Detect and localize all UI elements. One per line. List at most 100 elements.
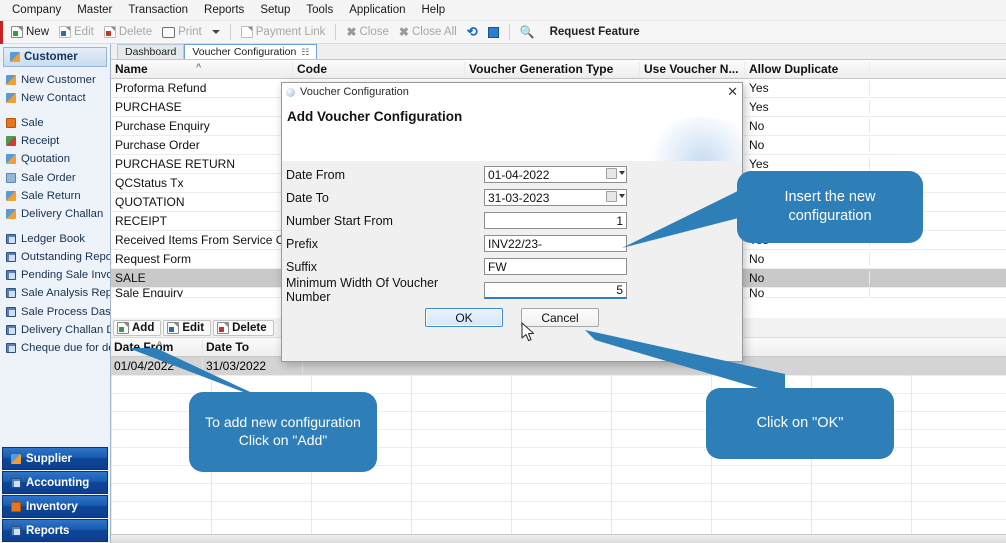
- cancel-button[interactable]: Cancel: [521, 308, 599, 327]
- sidebar-item-sale[interactable]: Sale: [6, 114, 110, 132]
- refresh-button[interactable]: ⟲: [462, 24, 483, 40]
- sidebar-module-label: Accounting: [26, 476, 90, 489]
- request-feature-button[interactable]: Request Feature: [540, 24, 645, 40]
- add-button[interactable]: Add: [113, 319, 162, 336]
- accounting-icon: [11, 477, 21, 488]
- minimum-width-control: [484, 281, 627, 299]
- menu-item-reports[interactable]: Reports: [196, 2, 252, 18]
- menu-item-company[interactable]: Company: [4, 2, 69, 18]
- delivery-challan-icon: [6, 209, 16, 220]
- cell-name: RECEIPT: [111, 214, 293, 228]
- sidebar-item-outstanding-report[interactable]: Outstanding Report: [6, 248, 110, 266]
- status-bar: [111, 534, 1006, 543]
- close-icon: ✖: [346, 25, 357, 39]
- sidebar-item-sale-analysis-report[interactable]: Sale Analysis Report: [6, 284, 110, 302]
- grid-view-button[interactable]: [483, 25, 504, 40]
- sidebar-item-ledger-book[interactable]: Ledger Book: [6, 229, 110, 247]
- column-header-code[interactable]: Code: [293, 62, 465, 76]
- menu-item-setup[interactable]: Setup: [252, 2, 298, 18]
- menu-item-application[interactable]: Application: [341, 2, 413, 18]
- print-button[interactable]: Print: [157, 24, 207, 40]
- sidebar-item-new-customer[interactable]: New Customer: [6, 71, 110, 89]
- cell-name: Received Items From Service C..: [111, 233, 293, 247]
- tab-close-icon[interactable]: ☷: [301, 47, 309, 58]
- sidebar-item-label: Cheque due for depos: [21, 342, 110, 355]
- sidebar-item-quotation[interactable]: Quotation: [6, 150, 110, 168]
- sidebar-module-inventory[interactable]: Inventory: [2, 495, 108, 518]
- payment-link-button[interactable]: Payment Link: [236, 24, 331, 40]
- report-icon: [6, 343, 16, 354]
- sidebar-item-receipt[interactable]: Receipt: [6, 132, 110, 150]
- close-all-button-label: Close All: [411, 26, 457, 38]
- sidebar-item-sale-return[interactable]: Sale Return: [6, 187, 110, 205]
- sidebar-item-label: Outstanding Report: [21, 250, 110, 263]
- delete-detail-button[interactable]: Delete: [213, 319, 274, 336]
- dialog-app-icon: [286, 87, 295, 97]
- callout-text: Insert the new configuration: [784, 189, 876, 224]
- close-icon[interactable]: ✕: [727, 84, 738, 100]
- column-header-use-voucher-number[interactable]: Use Voucher N...: [640, 62, 745, 76]
- column-header-name[interactable]: Name ^: [111, 62, 293, 76]
- sidebar-item-sale-process-dashboard[interactable]: Sale Process Dashboa: [6, 303, 110, 321]
- report-icon: [6, 251, 16, 262]
- sidebar-module-label: Supplier: [26, 452, 73, 465]
- minimum-width-input[interactable]: [484, 281, 627, 299]
- sidebar-item-delivery-challan-dashboard[interactable]: Delivery Challan Dashl: [6, 321, 110, 339]
- close-all-button[interactable]: ✖ Close All: [394, 24, 462, 40]
- callout-tail-insert-config: [600, 175, 750, 265]
- delete-button-label: Delete: [232, 321, 267, 334]
- new-button-label: New: [26, 26, 50, 38]
- cell-allow-duplicate: No: [745, 288, 870, 297]
- delete-button[interactable]: Delete: [99, 24, 157, 40]
- column-header-allow-duplicate[interactable]: Allow Duplicate: [745, 62, 870, 76]
- cell-name: Request Form: [111, 252, 293, 266]
- sidebar-list: New Customer New Contact Sale Receipt Qu…: [0, 69, 110, 357]
- add-icon: [117, 321, 129, 334]
- cell-name: Purchase Enquiry: [111, 119, 293, 133]
- tab-dashboard[interactable]: Dashboard: [117, 44, 185, 59]
- sidebar-module-supplier[interactable]: Supplier: [2, 447, 108, 470]
- request-feature-label: Request Feature: [549, 26, 640, 38]
- sidebar-item-cheque-due-for-deposit[interactable]: Cheque due for depos: [6, 339, 110, 357]
- print-button-label: Print: [178, 26, 202, 38]
- sidebar-item-label: Sale Return: [21, 189, 81, 202]
- edit-detail-button[interactable]: Edit: [163, 319, 212, 336]
- menu-item-transaction[interactable]: Transaction: [120, 2, 196, 18]
- cell-name: Sale Enquiry: [111, 288, 293, 297]
- sidebar-module-accounting[interactable]: Accounting: [2, 471, 108, 494]
- tab-voucher-configuration[interactable]: Voucher Configuration ☷: [184, 44, 318, 59]
- grid-header-row: Name ^ Code Voucher Generation Type Use …: [111, 60, 1006, 79]
- sidebar-module-reports[interactable]: Reports: [2, 519, 108, 542]
- menu-item-tools[interactable]: Tools: [298, 2, 341, 18]
- delete-icon: [217, 321, 230, 334]
- menu-item-master[interactable]: Master: [69, 2, 120, 18]
- edit-button-label: Edit: [74, 26, 94, 38]
- sidebar-item-new-contact[interactable]: New Contact: [6, 89, 110, 107]
- sidebar-item-label: Receipt: [21, 135, 60, 148]
- ok-button[interactable]: OK: [425, 308, 503, 327]
- callout-click-ok: Click on "OK": [706, 388, 894, 459]
- edit-button[interactable]: Edit: [54, 24, 99, 40]
- new-button[interactable]: New: [6, 24, 54, 40]
- column-header-voucher-generation-type[interactable]: Voucher Generation Type: [465, 62, 640, 76]
- toolbar-separator: [229, 24, 231, 40]
- cell-allow-duplicate: No: [745, 271, 870, 285]
- column-header-label: Name: [115, 62, 148, 76]
- sidebar-item-sale-order[interactable]: Sale Order: [6, 168, 110, 186]
- sidebar-item-label: Delivery Challan: [21, 208, 104, 221]
- report-icon: [6, 288, 16, 299]
- cell-name: SALE: [111, 271, 293, 285]
- dialog-button-row: OK Cancel: [282, 308, 742, 327]
- print-dropdown-button[interactable]: [207, 28, 225, 36]
- close-button[interactable]: ✖ Close: [341, 24, 393, 40]
- tab-label: Dashboard: [125, 46, 177, 58]
- sidebar-item-pending-sale-invoices[interactable]: Pending Sale Invoices: [6, 266, 110, 284]
- menu-item-help[interactable]: Help: [414, 2, 454, 18]
- sidebar-header-customer[interactable]: Customer: [3, 47, 107, 67]
- toolbar-separator-3: [508, 24, 510, 40]
- sidebar-item-delivery-challan[interactable]: Delivery Challan: [6, 205, 110, 223]
- edit-icon: [167, 321, 180, 334]
- dialog-heading-area: Add Voucher Configuration: [282, 101, 742, 161]
- search-button[interactable]: 🔍: [515, 24, 540, 40]
- payment-link-label: Payment Link: [255, 26, 326, 38]
